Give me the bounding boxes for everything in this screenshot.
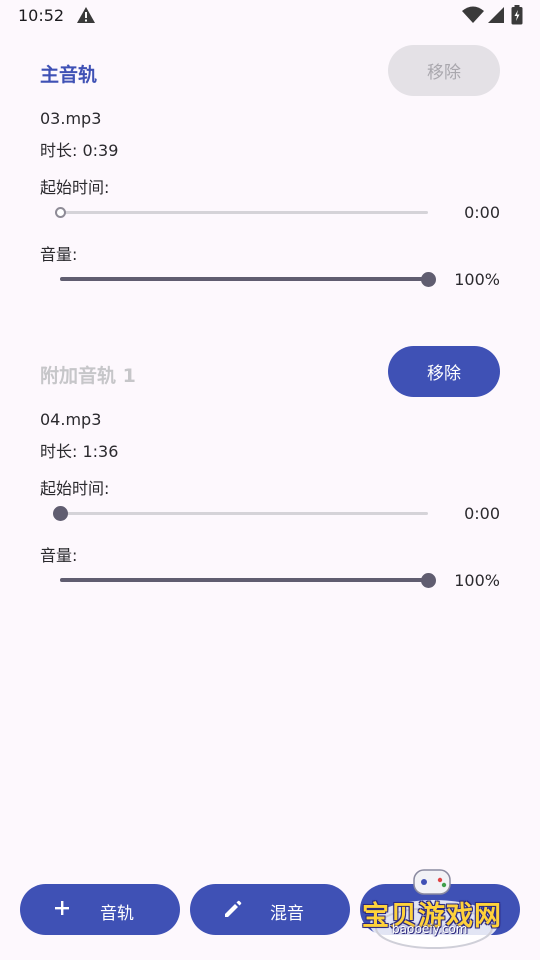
mix-button[interactable]: 混音 <box>190 884 350 935</box>
mix-label: 混音 <box>270 904 304 924</box>
status-time: 10:52 <box>18 6 65 25</box>
volume-value: 100% <box>454 270 500 289</box>
volume-slider[interactable] <box>60 570 436 590</box>
plus-icon <box>53 899 71 922</box>
file-name: 03.mp3 <box>40 109 102 128</box>
track-title: 主音轨 <box>40 64 98 86</box>
track-title: 附加音轨 1 <box>40 365 136 387</box>
slider-fill <box>60 277 428 281</box>
volume-label: 音量: <box>40 546 78 565</box>
wifi-icon <box>462 6 484 28</box>
start-time-slider[interactable] <box>53 503 428 523</box>
duration-text: 时长: 1:36 <box>40 442 119 461</box>
add-track-label: 音轨 <box>100 904 134 924</box>
remove-track-button[interactable]: 移除 <box>388 346 500 397</box>
start-time-value: 0:00 <box>464 203 500 222</box>
volume-slider[interactable] <box>60 269 436 289</box>
watermark-logo: 宝贝游戏网 baobeiy.com <box>356 866 506 956</box>
start-time-value: 0:00 <box>464 504 500 523</box>
volume-label: 音量: <box>40 245 78 264</box>
battery-icon <box>511 5 523 29</box>
status-bar: 10:52 <box>0 0 540 32</box>
slider-rail <box>60 512 428 515</box>
volume-value: 100% <box>454 571 500 590</box>
slider-thumb[interactable] <box>55 207 66 218</box>
start-time-slider[interactable] <box>55 202 428 222</box>
slider-rail <box>60 211 428 214</box>
slider-fill <box>60 578 428 582</box>
slider-thumb[interactable] <box>53 506 68 521</box>
slider-thumb[interactable] <box>421 272 436 287</box>
duration-text: 时长: 0:39 <box>40 141 119 160</box>
start-time-label: 起始时间: <box>40 178 110 197</box>
warning-icon <box>76 6 96 28</box>
start-time-label: 起始时间: <box>40 479 110 498</box>
signal-icon <box>488 7 504 27</box>
remove-track-button[interactable]: 移除 <box>388 45 500 96</box>
slider-thumb[interactable] <box>421 573 436 588</box>
pencil-icon <box>223 899 243 924</box>
watermark-url: baobeiy.com <box>392 922 468 936</box>
file-name: 04.mp3 <box>40 410 102 429</box>
add-track-button[interactable]: 音轨 <box>20 884 180 935</box>
